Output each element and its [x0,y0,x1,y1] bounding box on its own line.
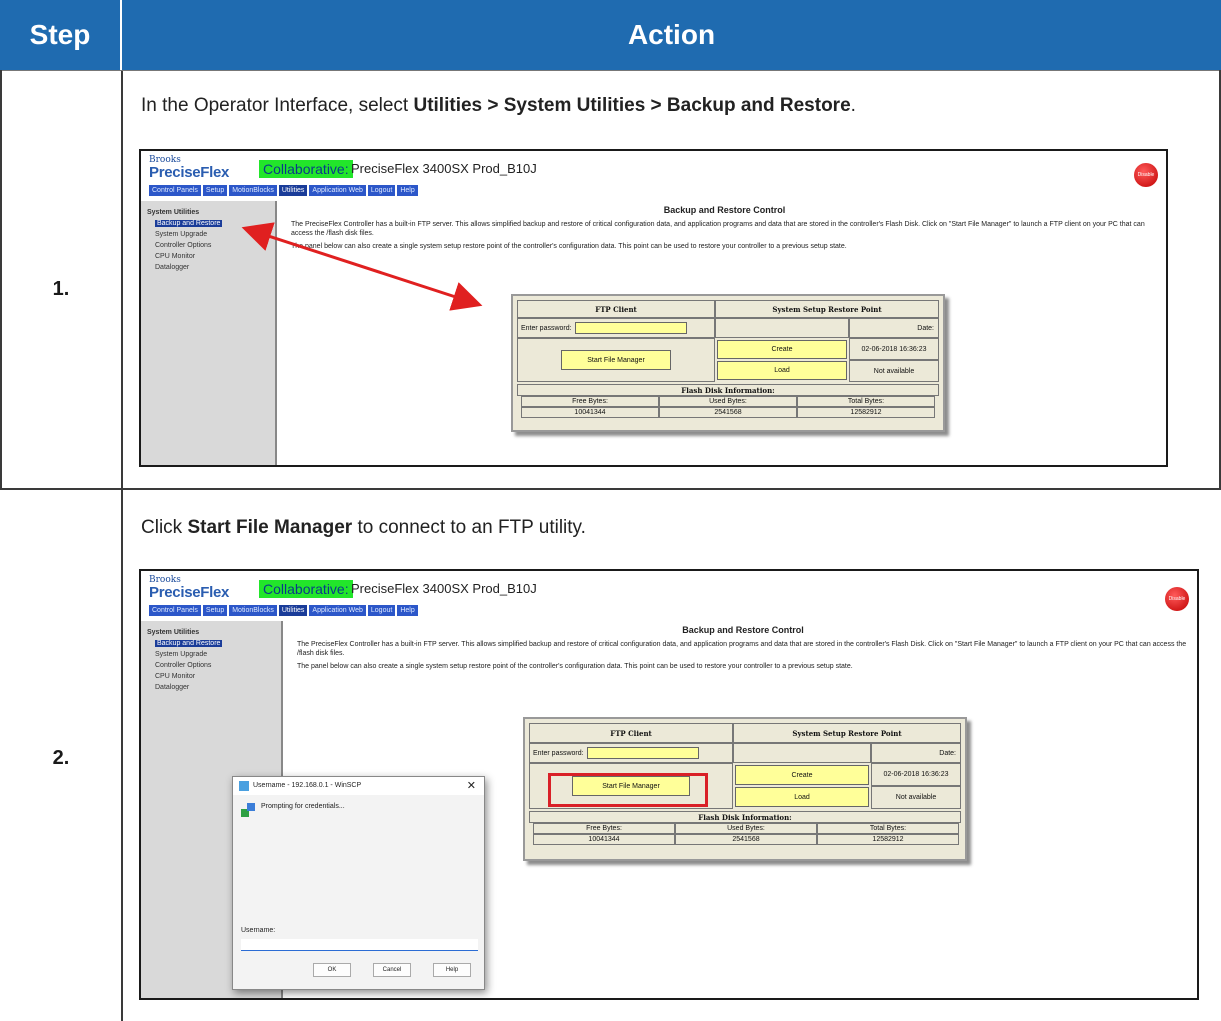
create-button-2[interactable]: Create [735,765,869,785]
flash-info-header-2: Flash Disk Information: [529,811,961,823]
instruction-2: Click Start File Manager to connect to a… [141,517,586,539]
disable-power-button-2[interactable]: Disable Power [1165,587,1189,626]
ok-button[interactable]: OK [313,963,351,977]
instruction-1-suffix: . [850,95,856,116]
used-value-2: 2541568 [675,834,817,845]
winscp-title: Username - 192.168.0.1 - WinSCP [253,782,362,789]
column-divider [121,70,123,1021]
nav-application-web-2[interactable]: Application Web [309,605,366,616]
nav-logout-2[interactable]: Logout [367,605,396,616]
winscp-message: Prompting for credentials... [261,803,345,810]
winscp-app-icon [239,781,249,791]
step-number-2: 2. [52,747,70,769]
winscp-dialog: Username - 192.168.0.1 - WinSCP ✕ Prompt… [232,776,485,990]
collaborative-badge-2: Collaborative: [259,580,353,598]
cancel-button[interactable]: Cancel [373,963,411,977]
red-arrow-annotation [241,222,483,311]
pf-main-2: Backup and Restore Control The PreciseFl… [297,625,1189,675]
robot-title-2: PreciseFlex 3400SX Prod_B10J [351,581,537,596]
password-field-2[interactable] [586,747,699,759]
preciseflex-logo-2: PreciseFlex [149,584,230,601]
sidebar-datalogger-2[interactable]: Datalogger [147,684,275,691]
used-label-2: Used Bytes: [675,823,817,834]
pf-header-2: Brooks PreciseFlex Collaborative: Precis… [141,571,1197,626]
restore-point-header-2: System Setup Restore Point [733,723,961,743]
instruction-1-bold: Utilities > System Utilities > Backup an… [413,95,851,116]
free-label-2: Free Bytes: [533,823,675,834]
password-row-2: Enter password: [529,743,733,763]
row-divider-1 [0,488,1221,490]
start-file-manager-highlight [548,773,708,807]
instruction-2-bold: Start File Manager [187,517,353,538]
sidebar-backup-restore-2[interactable]: Backup and Restore [147,640,275,647]
password-label-2: Enter password: [533,749,584,757]
panel-title-2: Backup and Restore Control [682,625,804,635]
sidebar-cpu-monitor-2[interactable]: CPU Monitor [147,673,275,680]
nav-motionblocks-2[interactable]: MotionBlocks [229,605,277,616]
sidebar-system-utilities-2[interactable]: System Utilities [147,629,275,636]
winscp-titlebar: Username - 192.168.0.1 - WinSCP ✕ [233,777,484,795]
pf-nav-2: Control Panels Setup MotionBlocks Utilit… [149,605,418,616]
step-number-1: 1. [52,278,70,300]
nav-control-panels-2[interactable]: Control Panels [149,605,201,616]
close-icon[interactable]: ✕ [467,779,476,792]
header-action: Action [122,0,1221,70]
nav-setup-2[interactable]: Setup [202,605,228,616]
row-divider-top [0,70,1221,71]
restore-date-2: 02-06-2018 16:36:23 [871,763,961,786]
instruction-2-prefix: Click [141,517,188,538]
username-input[interactable] [241,939,478,951]
free-value-2: 10041344 [533,834,675,845]
restore-empty-2 [733,743,871,763]
total-value-2: 12582912 [817,834,959,845]
screenshot-2: Brooks PreciseFlex Collaborative: Precis… [139,569,1199,1000]
date-label-2: Date: [871,743,961,763]
winscp-status-icon [241,803,255,817]
header-step: Step [0,0,122,70]
total-label-2: Total Bytes: [817,823,959,834]
screenshot-1: Brooks PreciseFlex Collaborative: Precis… [139,149,1168,467]
nav-help-2[interactable]: Help [397,605,418,616]
help-button[interactable]: Help [433,963,471,977]
restore-status-2: Not available [871,786,961,809]
sidebar-system-upgrade-2[interactable]: System Upgrade [147,651,275,658]
ftp-client-header-2: FTP Client [529,723,733,743]
instruction-1-prefix: In the Operator Interface, select [141,95,414,116]
instruction-1: In the Operator Interface, select Utilit… [141,95,856,117]
instruction-2-suffix: to connect to an FTP utility. [352,517,586,538]
panel-description-2: The PreciseFlex Controller has a built-i… [297,641,1187,657]
nav-utilities-2[interactable]: Utilities [278,605,308,616]
panel-restore-description-2: The panel below can also create a single… [297,663,853,670]
username-label: Username: [241,927,276,934]
sidebar-controller-options-2[interactable]: Controller Options [147,662,275,669]
load-button-2[interactable]: Load [735,787,869,807]
